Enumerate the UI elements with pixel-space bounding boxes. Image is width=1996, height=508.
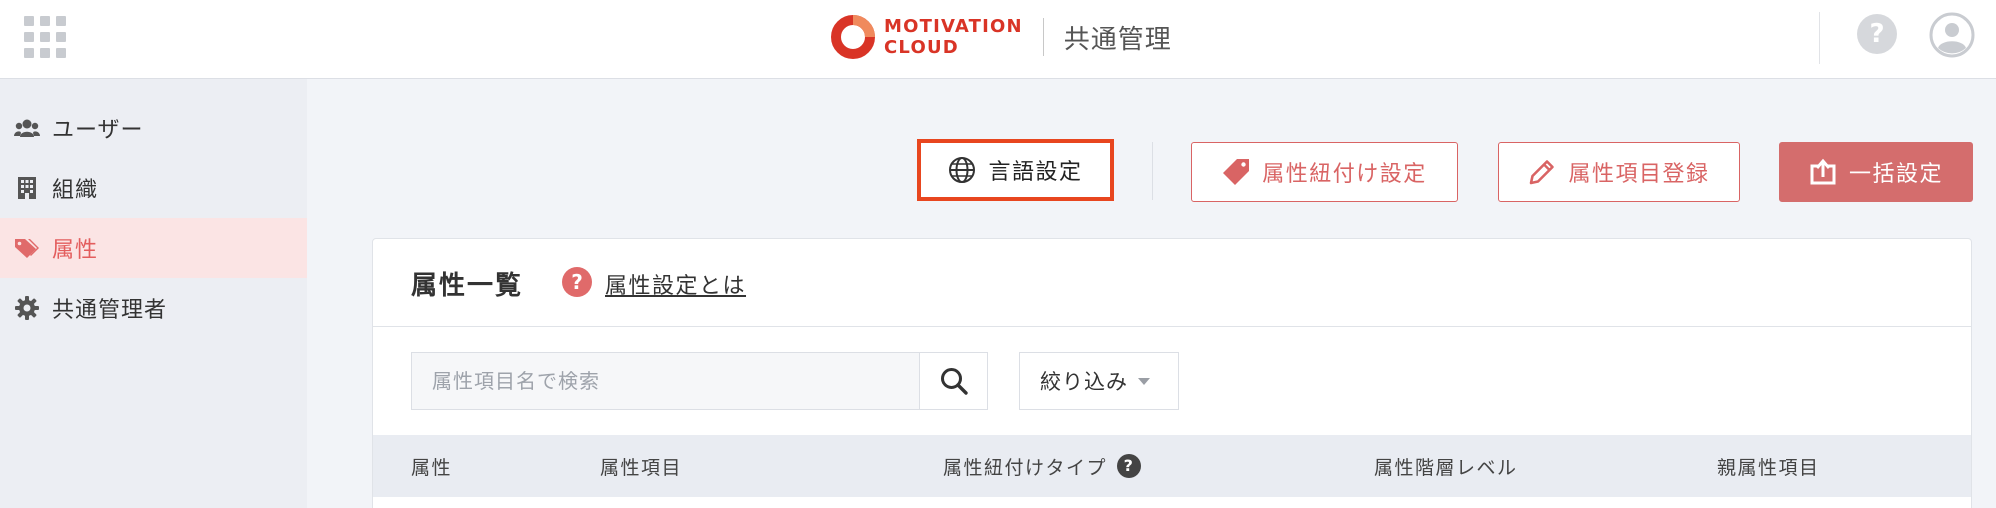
search-button[interactable] <box>919 352 988 410</box>
language-settings-label: 言語設定 <box>988 160 1083 185</box>
tag-icon <box>1222 158 1250 186</box>
search-icon <box>940 368 968 395</box>
language-settings-button[interactable]: 言語設定 <box>917 139 1114 201</box>
globe-icon <box>948 156 976 184</box>
attribute-settings-help-link[interactable]: 属性設定とは <box>605 268 746 300</box>
users-icon <box>14 115 40 141</box>
motivation-cloud-logo <box>831 15 875 59</box>
column-header-label: 親属性項目 <box>1717 456 1820 479</box>
column-header-attribute[interactable]: 属性 <box>411 435 452 497</box>
brand-wordmark: MOTIVATION CLOUD <box>884 16 1023 58</box>
building-icon <box>14 175 40 201</box>
product-name: 共通管理 <box>1063 24 1172 55</box>
column-header-label: 属性項目 <box>600 456 683 479</box>
column-header-label: 属性 <box>411 456 453 479</box>
question-icon[interactable]: ? <box>1117 454 1142 478</box>
column-header-attribute-item[interactable]: 属性項目 <box>600 435 682 497</box>
sidebar-item-label: 組織 <box>52 178 99 203</box>
help-icon[interactable]: ? <box>1857 14 1897 54</box>
table-header: 属性 属性項目 属性紐付けタイプ ? 属性階層レベル 親属性項目 <box>373 435 1971 497</box>
brand[interactable]: MOTIVATION CLOUD 共通管理 <box>830 14 1172 60</box>
sidebar-item-common-admins[interactable]: 共通管理者 <box>0 278 307 338</box>
brand-line-2: CLOUD <box>884 37 959 58</box>
top-header: MOTIVATION CLOUD 共通管理 ? <box>0 0 1996 79</box>
search-input[interactable] <box>411 352 920 410</box>
filter-label: 絞り込み <box>1040 370 1128 394</box>
brand-line-1: MOTIVATION <box>884 16 1023 37</box>
attribute-list-card: 属性一覧 ? 属性設定とは 絞り込み 属性 属性項目 属性紐付けタイプ ? 属性… <box>372 238 1972 508</box>
sidebar-item-organization[interactable]: 組織 <box>0 158 307 218</box>
sidebar-item-attributes[interactable]: 属性 <box>0 218 307 278</box>
pencil-icon <box>1528 158 1556 186</box>
toolbar-divider <box>1152 142 1153 200</box>
user-avatar-icon[interactable] <box>1929 12 1975 58</box>
sidebar-item-label: ユーザー <box>52 118 144 143</box>
column-header-label: 属性紐付けタイプ <box>943 456 1108 479</box>
column-header-link-type[interactable]: 属性紐付けタイプ ? <box>943 435 1142 497</box>
attribute-link-settings-button[interactable]: 属性紐付け設定 <box>1191 142 1458 202</box>
page-title: 属性一覧 <box>411 271 524 301</box>
bulk-settings-button[interactable]: 一括設定 <box>1779 142 1973 202</box>
sidebar: ユーザー 組織 属性 共通管理者 <box>0 79 307 508</box>
column-header-parent-item[interactable]: 親属性項目 <box>1717 435 1820 497</box>
sidebar-item-label: 共通管理者 <box>52 298 168 323</box>
upload-icon <box>1809 158 1837 186</box>
attribute-item-register-label: 属性項目登録 <box>1568 162 1710 187</box>
sidebar-item-users[interactable]: ユーザー <box>0 98 307 158</box>
sidebar-item-label: 属性 <box>52 238 99 263</box>
attribute-item-register-button[interactable]: 属性項目登録 <box>1498 142 1740 202</box>
tags-icon <box>14 235 40 261</box>
brand-divider <box>1042 18 1044 56</box>
column-header-label: 属性階層レベル <box>1374 456 1518 479</box>
question-icon: ? <box>562 267 592 297</box>
bulk-settings-label: 一括設定 <box>1848 162 1943 187</box>
attribute-link-settings-label: 属性紐付け設定 <box>1262 162 1427 187</box>
filter-dropdown[interactable]: 絞り込み <box>1019 352 1179 410</box>
card-header: 属性一覧 ? 属性設定とは <box>373 239 1971 327</box>
app-switcher-grid-icon[interactable] <box>24 16 66 58</box>
caret-down-icon <box>1138 377 1150 385</box>
header-divider <box>1819 12 1820 64</box>
gear-icon <box>14 295 40 321</box>
column-header-hierarchy-level[interactable]: 属性階層レベル <box>1374 435 1518 497</box>
